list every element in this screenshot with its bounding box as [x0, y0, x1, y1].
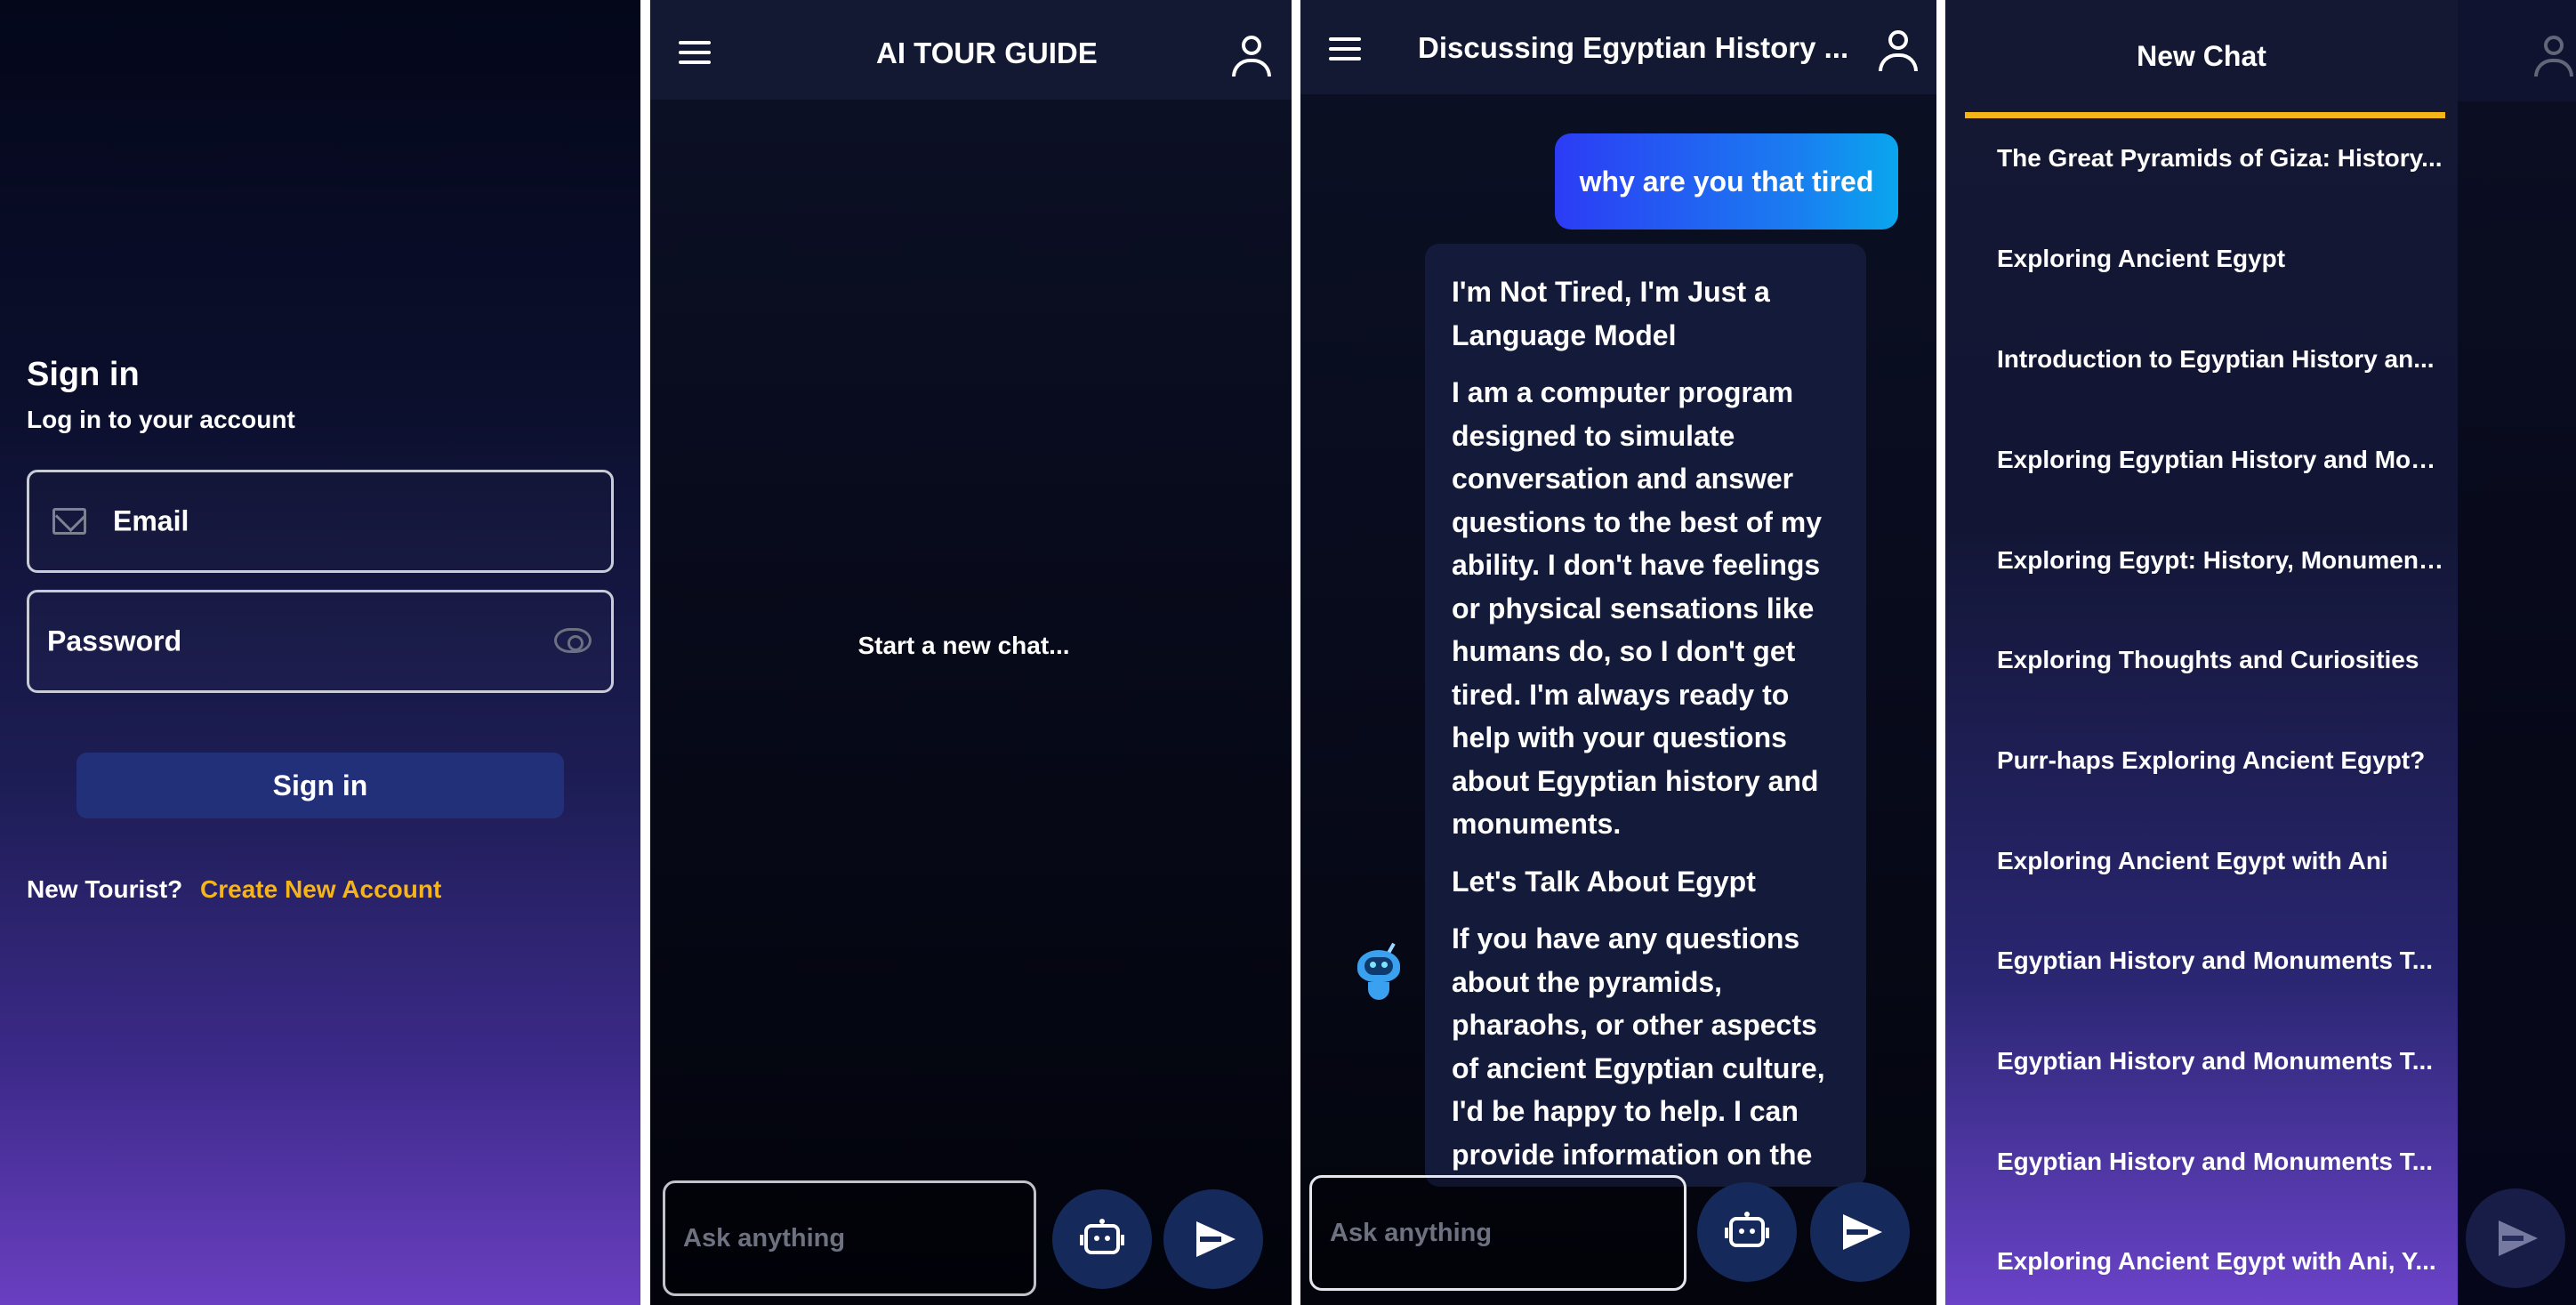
new-tourist-row: New Tourist? Create New Account — [27, 875, 441, 904]
person-icon[interactable] — [1232, 36, 1271, 77]
chat-history-item[interactable]: Egyptian History and Monuments T... — [1997, 1043, 2446, 1079]
hamburger-menu-icon[interactable] — [679, 41, 711, 64]
password-label: Password — [47, 624, 182, 657]
bot-paragraph: If you have any questions about the pyra… — [1452, 922, 1825, 1171]
bot-message-bubble: I'm Not Tired, I'm Just a Language Model… — [1425, 244, 1866, 1187]
drawer-screen: New Chat The Great Pyramids of Giza: His… — [1945, 0, 2576, 1305]
signin-title: Sign in — [27, 356, 140, 393]
chat-history-item[interactable]: Exploring Egypt: History, Monument... — [1997, 543, 2446, 578]
chat-history-drawer: New Chat The Great Pyramids of Giza: His… — [1945, 0, 2458, 1305]
app-title: AI TOUR GUIDE — [876, 36, 1098, 69]
ask-input[interactable] — [663, 1180, 1036, 1296]
drawer-divider — [1965, 112, 2445, 118]
email-field[interactable]: Email — [27, 470, 614, 573]
bot-paragraph: I am a computer program designed to simu… — [1452, 376, 1823, 840]
password-field[interactable]: Password — [27, 590, 614, 693]
mail-icon — [52, 508, 86, 535]
create-account-link[interactable]: Create New Account — [200, 875, 441, 903]
signin-subtitle: Log in to your account — [27, 406, 295, 433]
send-button[interactable] — [1163, 1189, 1263, 1289]
chat-title: Discussing Egyptian History ... — [1418, 31, 1849, 64]
bot-avatar-icon — [1350, 942, 1407, 1003]
chat-history-item[interactable]: Egyptian History and Monuments T... — [1997, 1144, 2446, 1180]
send-icon — [1196, 1221, 1236, 1257]
email-label: Email — [113, 504, 189, 537]
chat-history-item[interactable]: Exploring Thoughts and Curiosities — [1997, 642, 2446, 678]
chat-history-item[interactable]: Exploring Ancient Egypt — [1997, 241, 2446, 277]
user-message-bubble: why are you that tired — [1555, 133, 1898, 230]
send-icon — [1843, 1214, 1882, 1250]
chat-history-item[interactable]: Exploring Ancient Egypt with Ani — [1997, 843, 2446, 879]
robot-button[interactable] — [1697, 1182, 1797, 1282]
ask-input[interactable] — [1309, 1175, 1686, 1291]
drawer-header: New Chat — [1945, 0, 2458, 114]
send-button — [2466, 1188, 2565, 1288]
chat-history-item[interactable]: Egyptian History and Monuments T... — [1997, 943, 2446, 979]
app-bar: AI TOUR GUIDE — [650, 0, 1292, 100]
chat-history-item[interactable]: Purr-haps Exploring Ancient Egypt? — [1997, 743, 2446, 778]
home-screen: AI TOUR GUIDE Start a new chat... — [650, 0, 1292, 1305]
hamburger-menu-icon[interactable] — [1329, 37, 1361, 60]
signin-button[interactable]: Sign in — [76, 753, 564, 818]
signin-screen: Sign in Log in to your account Email Pas… — [0, 0, 640, 1305]
chat-history-item[interactable]: The Great Pyramids of Giza: History... — [1997, 141, 2446, 176]
send-button[interactable] — [1810, 1182, 1910, 1282]
person-icon[interactable] — [1879, 30, 1918, 71]
chat-screen: Discussing Egyptian History ... why are … — [1300, 0, 1936, 1305]
eye-icon[interactable] — [554, 628, 592, 653]
empty-chat-message: Start a new chat... — [857, 632, 1070, 659]
new-chat-button[interactable]: New Chat — [1945, 0, 2458, 112]
bot-heading: Let's Talk About Egypt — [1452, 865, 1756, 898]
app-bar: Discussing Egyptian History ... — [1300, 0, 1936, 94]
send-icon — [2499, 1220, 2538, 1256]
person-icon — [2534, 36, 2573, 77]
robot-icon — [1080, 1219, 1124, 1254]
chat-history-item[interactable]: Introduction to Egyptian History an... — [1997, 342, 2446, 377]
new-tourist-text: New Tourist? — [27, 875, 183, 903]
robot-icon — [1725, 1212, 1769, 1247]
bot-heading: I'm Not Tired, I'm Just a Language Model — [1452, 276, 1770, 351]
chat-history-item[interactable]: Exploring Ancient Egypt with Ani, Y... — [1997, 1244, 2446, 1279]
chat-history-item[interactable]: Exploring Egyptian History and Mon... — [1997, 442, 2446, 478]
robot-button[interactable] — [1052, 1189, 1152, 1289]
